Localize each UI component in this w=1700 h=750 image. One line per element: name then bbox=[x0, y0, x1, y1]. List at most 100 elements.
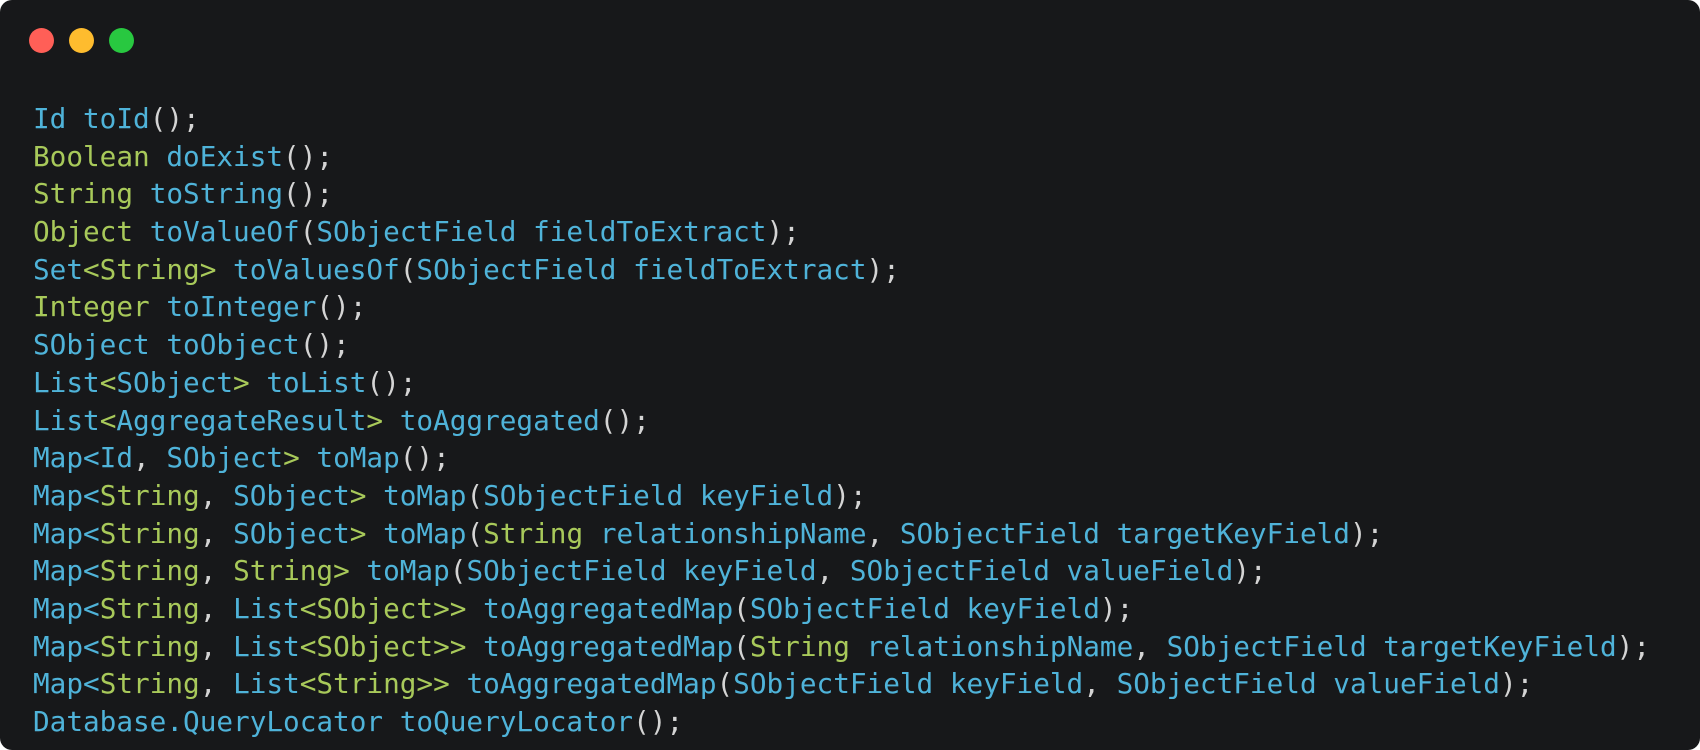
code-token: ( bbox=[449, 554, 467, 588]
code-token: SObjectField fieldToExtract bbox=[416, 252, 867, 286]
code-token: ( bbox=[299, 215, 317, 249]
code-token: SObjectField keyField bbox=[733, 667, 1084, 701]
code-line: Object toValueOf(SObjectField fieldToExt… bbox=[33, 213, 1650, 251]
code-token: toValuesOf bbox=[233, 252, 400, 286]
code-token: SObjectField targetKeyField bbox=[899, 516, 1350, 550]
code-line: Boolean doExist(); bbox=[33, 138, 1650, 176]
code-token: Map< bbox=[33, 629, 100, 663]
code-token: relationshipName bbox=[866, 629, 1134, 663]
code-token: String bbox=[99, 516, 200, 550]
code-token: SObject bbox=[166, 441, 284, 475]
code-token: Map< bbox=[33, 667, 100, 701]
code-token: toValueOf bbox=[149, 215, 300, 249]
code-token: <String> bbox=[83, 252, 234, 286]
code-token: toAggregatedMap bbox=[483, 591, 734, 625]
code-token: ( bbox=[733, 591, 750, 625]
code-token: Id toId bbox=[33, 102, 150, 135]
code-token: , bbox=[199, 667, 234, 701]
code-token: String bbox=[99, 478, 200, 512]
code-token: ); bbox=[766, 215, 800, 249]
code-token: (); bbox=[149, 102, 200, 135]
code-token: > bbox=[349, 516, 384, 550]
code-line: Map<Id, SObject> toMap(); bbox=[33, 439, 1650, 477]
code-token: Map<Id bbox=[33, 441, 134, 475]
code-token: String bbox=[99, 554, 200, 588]
code-token: Object bbox=[33, 215, 150, 249]
code-token: , bbox=[199, 554, 234, 588]
code-line: Map<String, List<SObject>> toAggregatedM… bbox=[33, 590, 1650, 628]
code-token: AggregateResult bbox=[116, 403, 367, 437]
code-token: List bbox=[33, 403, 100, 437]
code-token: (); bbox=[633, 705, 684, 738]
minimize-window-button[interactable] bbox=[69, 28, 94, 53]
code-token: > bbox=[233, 365, 267, 399]
code-token: List bbox=[33, 365, 100, 399]
code-token: String bbox=[33, 177, 150, 211]
code-token: SObjectField keyField bbox=[466, 554, 817, 588]
code-token: > bbox=[283, 441, 317, 475]
code-token: <SObject>> bbox=[299, 591, 484, 625]
code-line: Map<String, List<String>> toAggregatedMa… bbox=[33, 665, 1650, 703]
code-line: Set<String> toValuesOf(SObjectField fiel… bbox=[33, 251, 1650, 289]
code-line: Database.QueryLocator toQueryLocator(); bbox=[33, 703, 1650, 741]
code-token: ); bbox=[1499, 667, 1534, 701]
code-token: List bbox=[233, 667, 300, 701]
code-token: (); bbox=[283, 139, 334, 173]
code-token: Map< bbox=[33, 478, 100, 512]
code-token: String bbox=[99, 629, 200, 663]
code-token: Boolean bbox=[33, 139, 167, 173]
code-token: (); bbox=[299, 328, 350, 362]
code-token: SObject bbox=[233, 516, 350, 550]
code-token: Map< bbox=[33, 554, 100, 588]
code-token: ); bbox=[1099, 591, 1134, 625]
code-token: String bbox=[483, 516, 600, 550]
code-line: Map<String, SObject> toMap(SObjectField … bbox=[33, 477, 1650, 515]
code-line: String toString(); bbox=[33, 175, 1650, 213]
code-token: String bbox=[749, 629, 867, 663]
code-token: (); bbox=[283, 177, 334, 211]
code-token: ); bbox=[866, 252, 900, 286]
code-token: , bbox=[199, 478, 234, 512]
code-block: Id toId(); Boolean doExist(); String toStr… bbox=[33, 100, 1650, 741]
code-token: , bbox=[816, 554, 850, 588]
code-token: ( bbox=[399, 252, 417, 286]
code-token: relationshipName bbox=[599, 516, 867, 550]
code-token: SObjectField valueField bbox=[1116, 667, 1500, 701]
code-line: SObject toObject(); bbox=[33, 326, 1650, 364]
close-window-button[interactable] bbox=[29, 28, 54, 53]
code-line: Integer toInteger(); bbox=[33, 288, 1650, 326]
code-token: < bbox=[99, 365, 117, 399]
code-token: (); bbox=[366, 365, 417, 399]
code-token: (); bbox=[399, 441, 450, 475]
code-token: ); bbox=[1616, 629, 1651, 663]
code-token: , bbox=[199, 516, 234, 550]
maximize-window-button[interactable] bbox=[109, 28, 134, 53]
code-token: ( bbox=[716, 667, 734, 701]
code-token: Map< bbox=[33, 516, 100, 550]
code-token: List bbox=[233, 629, 300, 663]
code-token: ); bbox=[1349, 516, 1384, 550]
code-token: toMap bbox=[366, 554, 450, 588]
code-token: (); bbox=[316, 290, 367, 324]
code-window: Id toId(); Boolean doExist(); String toStr… bbox=[0, 0, 1700, 750]
code-token: SObject bbox=[233, 478, 350, 512]
code-token: Database.QueryLocator toQueryLocator bbox=[33, 705, 634, 738]
code-token: SObject bbox=[116, 365, 234, 399]
code-token: SObject toObject bbox=[33, 328, 300, 362]
code-line: List<SObject> toList(); bbox=[33, 364, 1650, 402]
code-token: , bbox=[199, 591, 234, 625]
code-token: String> bbox=[233, 554, 367, 588]
code-token: (); bbox=[599, 403, 650, 437]
code-token: ( bbox=[733, 629, 750, 663]
code-token: , bbox=[133, 441, 167, 475]
code-token: > bbox=[349, 478, 384, 512]
code-token: doExist bbox=[166, 139, 284, 173]
code-token: SObjectField targetKeyField bbox=[1166, 629, 1617, 663]
code-token: toAggregated bbox=[399, 403, 600, 437]
code-line: Id toId(); bbox=[33, 100, 1650, 138]
code-token: , bbox=[1133, 629, 1167, 663]
code-token: toAggregatedMap bbox=[483, 629, 734, 663]
code-token: Set bbox=[33, 252, 84, 286]
code-token: toMap bbox=[316, 441, 400, 475]
code-token: toMap bbox=[383, 478, 467, 512]
